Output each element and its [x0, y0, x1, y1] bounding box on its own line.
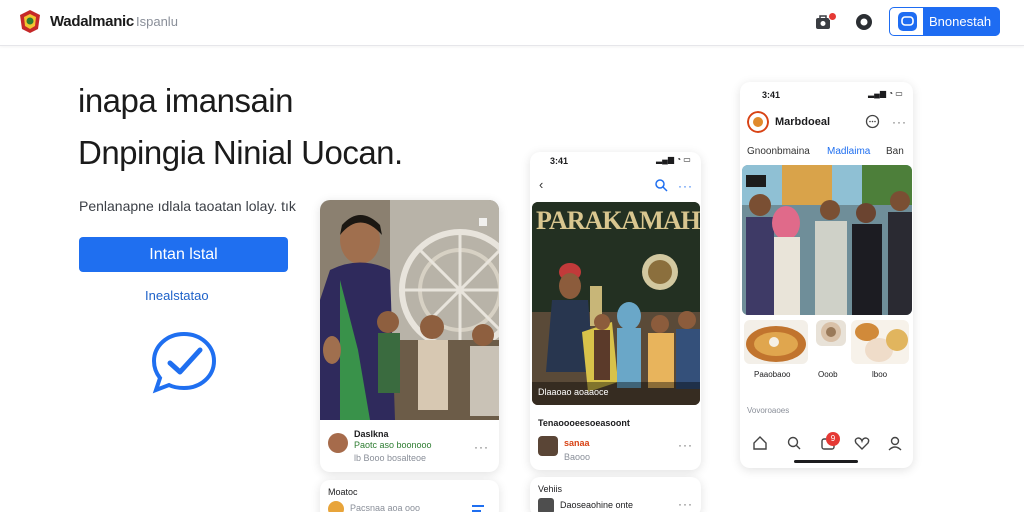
food-label-3: lboo: [872, 370, 888, 379]
search-icon[interactable]: [654, 178, 668, 192]
avatar[interactable]: [538, 498, 554, 512]
profile-icon[interactable]: [887, 435, 903, 451]
post-card-2[interactable]: 3:41 ▂▄▆ ◔ ▭ ‹ ··· PARAKAMAH Dlaaoao aoa…: [530, 152, 701, 470]
more-icon[interactable]: ···: [474, 440, 489, 454]
post-card-1[interactable]: Daslkna Paotc aso boonooo lb Booo bosalt…: [320, 200, 499, 472]
home-icon[interactable]: [752, 435, 768, 451]
post-card-1b[interactable]: Moatoc Pacsnaa aoa ooo: [320, 480, 499, 512]
install-button[interactable]: Intan lstal: [79, 237, 288, 272]
tab-2[interactable]: Madlaima: [827, 146, 870, 157]
avatar[interactable]: [328, 501, 344, 512]
status-time: 3:41: [550, 156, 569, 166]
post-photo[interactable]: [320, 200, 499, 420]
feed-card-3[interactable]: 3:41 ▂▄▆ ◔ ▭ Marbdoeal ··· Gnoonbmaina M…: [740, 82, 913, 468]
more-icon[interactable]: ···: [678, 179, 693, 193]
post-card-2b[interactable]: Vehiis Daoseaohine onte ···: [530, 477, 701, 512]
avatar[interactable]: [538, 436, 558, 456]
post-title: Tenaoooeesoeasoont: [538, 418, 630, 428]
brand-avatar[interactable]: [747, 111, 769, 133]
food-photo-1[interactable]: [744, 320, 808, 364]
search-icon[interactable]: [786, 435, 802, 451]
user-meta: Baooo: [564, 452, 591, 462]
group-photo[interactable]: [742, 165, 912, 315]
secondary-link[interactable]: Inealstatao: [145, 288, 209, 303]
page-title: Marbdoeal: [775, 116, 831, 128]
more-icon[interactable]: ···: [678, 438, 693, 452]
food-photo-2[interactable]: [816, 320, 846, 346]
post-photo[interactable]: PARAKAMAH Dlaaoao aoaaoce: [532, 202, 700, 405]
notification-badge: [828, 12, 837, 21]
header-action-label: Bnonestah: [929, 14, 992, 29]
footer-label: Moatoc: [328, 487, 358, 497]
emblem-logo[interactable]: [16, 7, 44, 35]
hero-subtitle: Penlanapne ıdlala taoatan lolay. tık: [79, 198, 296, 214]
chat-icon: [898, 12, 917, 31]
tab-3[interactable]: Ban: [886, 146, 904, 157]
banner-text: PARAKAMAH: [536, 206, 700, 235]
more-indicator: [479, 218, 487, 226]
status-icons: ▂▄▆ ◔ ▭: [868, 89, 903, 98]
user-meta-2: lb Booo bosalteoe: [354, 453, 427, 463]
user-meta: Paotc aso boonooo: [354, 440, 432, 450]
more-icon[interactable]: ···: [892, 115, 907, 129]
footer-meta: Daoseaohine onte: [560, 500, 634, 510]
notification-badge: 9: [826, 432, 840, 446]
feed-meta: Vovoroaoes: [747, 406, 790, 415]
header-action-button[interactable]: Bnonestah: [889, 7, 1000, 36]
menu-icon[interactable]: [470, 502, 486, 512]
food-label-2: Ooob: [818, 370, 838, 379]
home-indicator: [794, 460, 858, 463]
checkmark-chat-icon: [151, 331, 217, 394]
hero-title-line-2: Dnpingia Ninial Uocan.: [78, 134, 403, 171]
location-icon[interactable]: [854, 12, 874, 32]
status-time: 3:41: [762, 90, 781, 100]
avatar[interactable]: [328, 433, 348, 453]
top-bar: Wadalmanic Ispanlu Bnonestah: [0, 0, 1024, 46]
hero-title-line-1: inapa imansain: [78, 82, 293, 119]
info-icon[interactable]: [865, 114, 880, 129]
brand-subtitle: Ispanlu: [136, 14, 178, 29]
food-photo-3[interactable]: [851, 320, 909, 364]
footer-label: Vehiis: [538, 484, 563, 494]
footer-meta: Pacsnaa aoa ooo: [350, 503, 421, 512]
more-icon[interactable]: ···: [678, 497, 693, 511]
user-name[interactable]: Daslkna: [354, 429, 389, 439]
heart-icon[interactable]: [854, 435, 870, 451]
food-label-1: Paaobaoo: [754, 370, 791, 379]
back-icon[interactable]: ‹: [539, 177, 543, 192]
status-icons: ▂▄▆ ◔ ▭: [656, 155, 691, 164]
photo-caption: Dlaaoao aoaaoce: [538, 387, 609, 397]
brand-name[interactable]: Wadalmanic: [50, 13, 134, 30]
tab-1[interactable]: Gnoonbmaina: [747, 146, 810, 157]
user-name[interactable]: sanaa: [564, 438, 590, 448]
